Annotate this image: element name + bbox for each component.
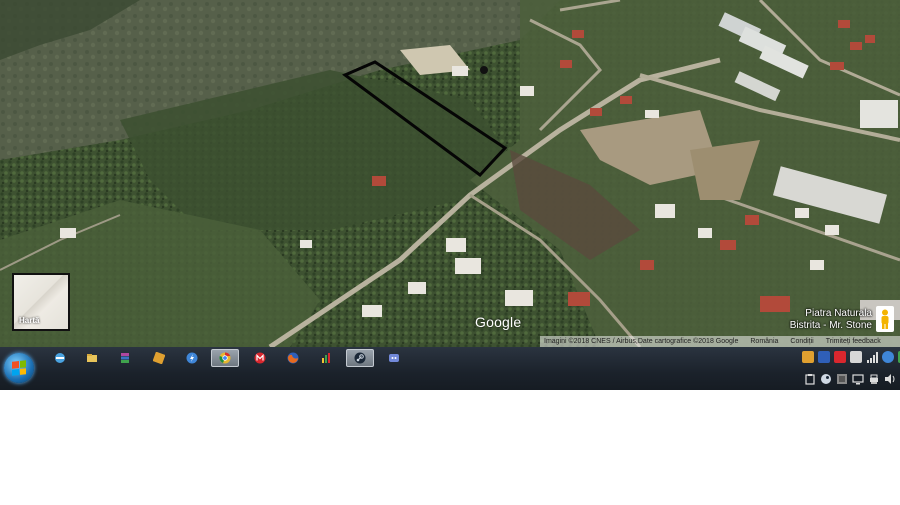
street-view-button[interactable] bbox=[876, 306, 894, 332]
satellite-imagery[interactable] bbox=[0, 0, 900, 347]
country-link[interactable]: România bbox=[750, 338, 778, 345]
signal-strength-icon[interactable] bbox=[866, 351, 878, 363]
lightning-app-taskbar-button[interactable] bbox=[178, 349, 206, 367]
file-explorer-taskbar-button[interactable] bbox=[78, 349, 106, 367]
pegman-icon bbox=[881, 309, 889, 329]
tray-butterfly-icon[interactable] bbox=[818, 351, 830, 363]
chrome-icon bbox=[219, 352, 231, 364]
discord-icon bbox=[389, 354, 399, 362]
google-logo: Google bbox=[475, 314, 522, 330]
volume-icon[interactable] bbox=[884, 373, 896, 385]
file-explorer-icon bbox=[87, 354, 97, 362]
place-label[interactable]: Piatra Naturala Bistrita - Mr. Stone bbox=[790, 308, 872, 332]
ie-icon bbox=[55, 353, 65, 363]
map-view[interactable]: Hartă Google Piatra Naturala Bistrita - … bbox=[0, 0, 900, 347]
steam-icon bbox=[354, 352, 366, 364]
firefox-icon bbox=[287, 352, 299, 364]
windows-logo-icon bbox=[12, 360, 26, 376]
imagery-attribution: Imagini ©2018 CNES / Airbus,Date cartogr… bbox=[544, 338, 739, 345]
discord-taskbar-button[interactable] bbox=[380, 349, 408, 367]
map-attribution-bar: Imagini ©2018 CNES / Airbus,Date cartogr… bbox=[540, 336, 900, 347]
notes-app-icon bbox=[153, 352, 165, 364]
printer-icon[interactable] bbox=[868, 373, 880, 385]
tray-cloud-icon[interactable] bbox=[850, 351, 862, 363]
place-label-line1: Piatra Naturala bbox=[805, 308, 872, 319]
chrome-taskbar-button[interactable] bbox=[211, 349, 239, 367]
system-tray-row-2 bbox=[804, 373, 900, 385]
steam-taskbar-button[interactable] bbox=[346, 349, 374, 367]
map-type-label: Hartă bbox=[19, 316, 40, 325]
mega-icon bbox=[254, 352, 266, 364]
ie-taskbar-button[interactable] bbox=[46, 349, 74, 367]
display-icon[interactable] bbox=[852, 373, 864, 385]
system-tray-row-1 bbox=[802, 351, 900, 363]
terms-link[interactable]: Condiții bbox=[790, 338, 813, 345]
firefox-taskbar-button[interactable] bbox=[279, 349, 307, 367]
winrar-taskbar-button[interactable] bbox=[111, 349, 139, 367]
lightning-app-icon bbox=[186, 352, 198, 364]
tray-blue-icon[interactable] bbox=[882, 351, 894, 363]
chart-app-taskbar-button[interactable] bbox=[312, 349, 340, 367]
feedback-link[interactable]: Trimiteți feedback bbox=[826, 338, 881, 345]
grid-app-icon[interactable] bbox=[836, 373, 848, 385]
windows-taskbar bbox=[0, 347, 900, 390]
start-button[interactable] bbox=[4, 353, 34, 383]
tray-red-icon[interactable] bbox=[834, 351, 846, 363]
place-label-line2: Bistrita - Mr. Stone bbox=[789, 320, 872, 331]
mega-taskbar-button[interactable] bbox=[246, 349, 274, 367]
clipboard-icon[interactable] bbox=[804, 373, 816, 385]
tray-app-icon[interactable] bbox=[802, 351, 814, 363]
notes-app-taskbar-button[interactable] bbox=[145, 349, 173, 367]
map-type-toggle[interactable]: Hartă bbox=[12, 273, 70, 331]
chart-app-icon bbox=[322, 353, 330, 363]
steam-tray-icon[interactable] bbox=[820, 373, 832, 385]
winrar-icon bbox=[121, 353, 129, 363]
